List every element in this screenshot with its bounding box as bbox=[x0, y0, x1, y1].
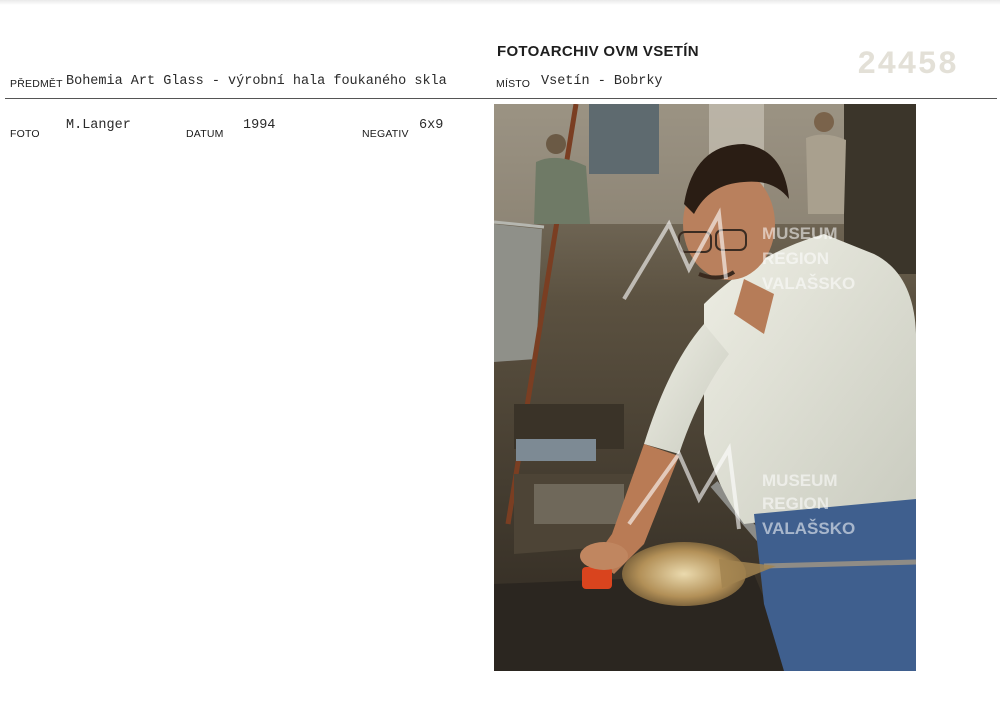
predmet-value: Bohemia Art Glass - výrobní hala foukané… bbox=[66, 74, 447, 89]
watermark-text-3: VALAŠSKO bbox=[762, 274, 855, 293]
misto-value: Vsetín - Bobrky bbox=[541, 74, 663, 89]
archive-title: FOTOARCHIV OVM VSETÍN bbox=[497, 43, 699, 60]
watermark-text-5: REGION bbox=[762, 494, 829, 513]
negativ-value: 6x9 bbox=[419, 118, 444, 133]
inventory-number-stamp: 24458 bbox=[857, 46, 959, 83]
negativ-label: NEGATIV bbox=[362, 128, 409, 140]
header-divider bbox=[5, 98, 997, 99]
foto-value: M.Langer bbox=[66, 118, 131, 133]
watermark-text-6: VALAŠSKO bbox=[762, 519, 855, 538]
misto-label: MÍSTO bbox=[496, 78, 531, 90]
datum-value: 1994 bbox=[243, 118, 276, 133]
watermark-text-4: MUSEUM bbox=[762, 471, 838, 490]
watermark-text-2: REGION bbox=[762, 249, 829, 268]
top-edge bbox=[0, 0, 1000, 5]
predmet-label: PŘEDMĚT bbox=[10, 78, 63, 90]
foto-label: FOTO bbox=[10, 128, 40, 140]
datum-label: DATUM bbox=[186, 128, 224, 140]
watermark-text-1: MUSEUM bbox=[762, 224, 838, 243]
glassblower-photo: MUSEUM REGION VALAŠSKO MUSEUM REGION VAL… bbox=[494, 104, 916, 671]
